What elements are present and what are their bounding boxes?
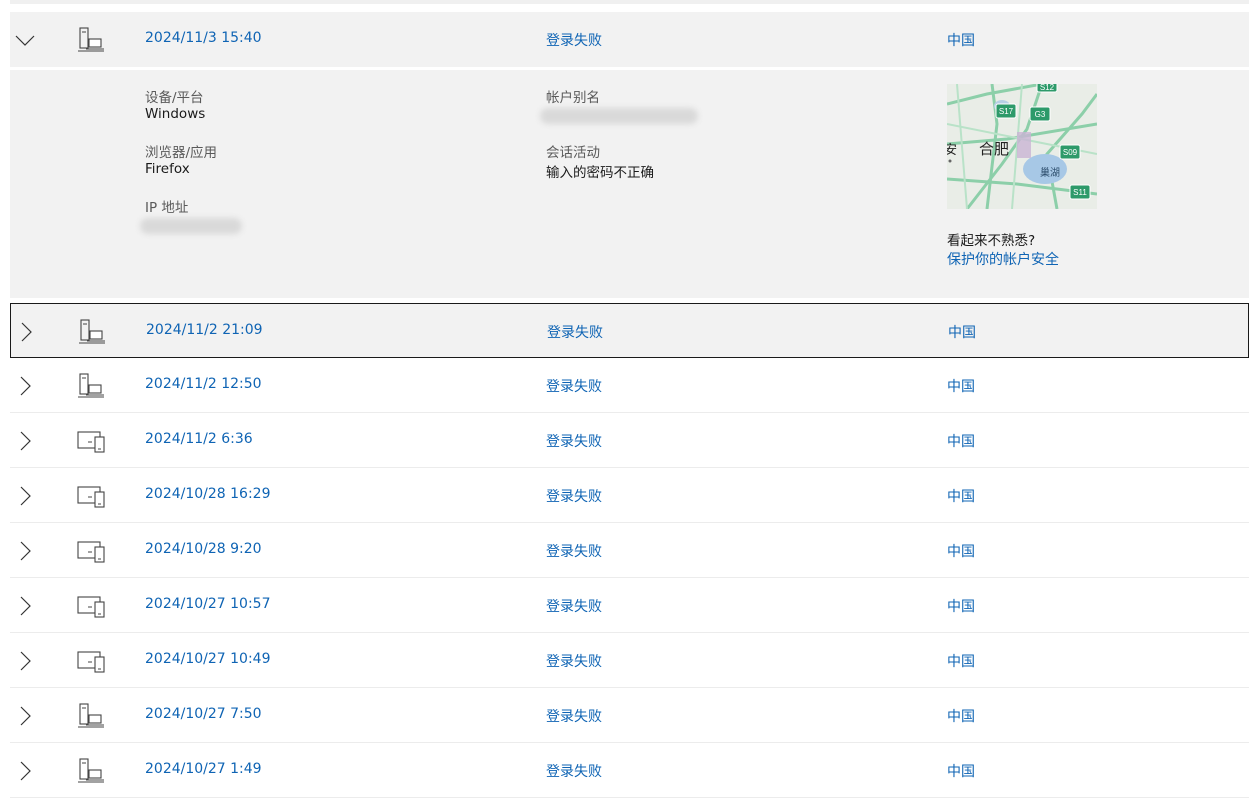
activity-status[interactable]: 登录失败: [546, 541, 602, 561]
chevron-right-icon[interactable]: [14, 760, 36, 782]
activity-row[interactable]: 2024/10/27 10:49 登录失败 中国: [10, 633, 1249, 688]
activity-country[interactable]: 中国: [948, 322, 976, 342]
activity-date[interactable]: 2024/11/2 12:50: [145, 376, 262, 392]
map-shield: S11: [1073, 188, 1087, 197]
chevron-right-icon[interactable]: [14, 375, 36, 397]
previous-row-edge: [10, 0, 1249, 4]
chevron-down-icon[interactable]: [14, 29, 36, 51]
location-map[interactable]: S12 S17 G3 S09 S11 安 合肥 巢湖: [947, 84, 1097, 209]
activity-country[interactable]: 中国: [947, 486, 975, 506]
laptop-phone-icon: [77, 541, 105, 563]
activity-country[interactable]: 中国: [947, 651, 975, 671]
activity-row[interactable]: 2024/11/2 6:36 登录失败 中国: [10, 413, 1249, 468]
activity-status[interactable]: 登录失败: [546, 761, 602, 781]
activity-country[interactable]: 中国: [947, 30, 975, 50]
browser-app-value: Firefox: [145, 161, 190, 177]
map-shield: S17: [999, 107, 1014, 116]
activity-date[interactable]: 2024/11/2 21:09: [146, 322, 263, 338]
activity-date[interactable]: 2024/10/28 9:20: [145, 541, 262, 557]
activity-status[interactable]: 登录失败: [546, 30, 602, 50]
activity-status[interactable]: 登录失败: [547, 322, 603, 342]
activity-date[interactable]: 2024/10/28 16:29: [145, 486, 271, 502]
activity-status[interactable]: 登录失败: [546, 431, 602, 451]
activity-country[interactable]: 中国: [947, 376, 975, 396]
activity-row-expanded[interactable]: 2024/11/3 15:40 登录失败 中国: [10, 12, 1249, 67]
account-alias-label: 帐户别名: [546, 90, 600, 106]
map-image: S12 S17 G3 S09 S11 安 合肥 巢湖: [947, 84, 1097, 209]
map-shield: S09: [1063, 148, 1078, 157]
map-city-label: 合肥: [979, 140, 1009, 158]
activity-date[interactable]: 2024/10/27 10:49: [145, 651, 271, 667]
chevron-right-icon[interactable]: [14, 705, 36, 727]
map-shield: G3: [1035, 110, 1046, 119]
map-shield: S12: [1040, 84, 1055, 92]
session-activity-label: 会话活动: [546, 145, 600, 161]
desktop-laptop-icon: [79, 319, 105, 344]
activity-date[interactable]: 2024/10/27 10:57: [145, 596, 271, 612]
activity-row[interactable]: 2024/11/2 21:09 登录失败 中国: [10, 303, 1249, 358]
activity-row[interactable]: 2024/10/28 9:20 登录失败 中国: [10, 523, 1249, 578]
unfamiliar-prompt: 看起来不熟悉?: [947, 233, 1036, 249]
ip-address-label: IP 地址: [145, 200, 189, 216]
map-label-partial: 安: [947, 143, 957, 158]
desktop-laptop-icon: [78, 758, 104, 783]
device-platform-label: 设备/平台: [145, 90, 204, 106]
chevron-right-icon[interactable]: [15, 321, 37, 343]
activity-status[interactable]: 登录失败: [546, 486, 602, 506]
activity-country[interactable]: 中国: [947, 706, 975, 726]
activity-date[interactable]: 2024/10/27 7:50: [145, 706, 262, 722]
chevron-right-icon[interactable]: [14, 595, 36, 617]
laptop-phone-icon: [77, 431, 105, 453]
activity-date[interactable]: 2024/10/27 1:49: [145, 761, 262, 777]
activity-detail-panel: 设备/平台 Windows 浏览器/应用 Firefox IP 地址 帐户别名 …: [10, 70, 1249, 298]
desktop-laptop-icon: [78, 27, 104, 52]
chevron-right-icon[interactable]: [14, 650, 36, 672]
activity-date[interactable]: 2024/11/3 15:40: [145, 30, 262, 46]
activity-date[interactable]: 2024/11/2 6:36: [145, 431, 253, 447]
session-activity-value: 输入的密码不正确: [546, 165, 654, 181]
activity-row[interactable]: 2024/10/28 16:29 登录失败 中国: [10, 468, 1249, 523]
activity-country[interactable]: 中国: [947, 541, 975, 561]
laptop-phone-icon: [77, 596, 105, 618]
account-alias-redacted: [540, 108, 698, 124]
desktop-laptop-icon: [78, 703, 104, 728]
browser-app-label: 浏览器/应用: [145, 145, 218, 161]
laptop-phone-icon: [77, 651, 105, 673]
map-lake-label: 巢湖: [1040, 166, 1060, 179]
activity-country[interactable]: 中国: [947, 761, 975, 781]
activity-country[interactable]: 中国: [947, 431, 975, 451]
ip-address-redacted: [140, 218, 242, 234]
activity-status[interactable]: 登录失败: [546, 596, 602, 616]
desktop-laptop-icon: [78, 373, 104, 398]
chevron-right-icon[interactable]: [14, 485, 36, 507]
protect-account-link[interactable]: 保护你的帐户安全: [947, 249, 1059, 269]
chevron-right-icon[interactable]: [14, 430, 36, 452]
activity-country[interactable]: 中国: [947, 596, 975, 616]
activity-row[interactable]: 2024/10/27 1:49 登录失败 中国: [10, 743, 1249, 798]
activity-row[interactable]: 2024/11/2 12:50 登录失败 中国: [10, 358, 1249, 413]
activity-status[interactable]: 登录失败: [546, 706, 602, 726]
laptop-phone-icon: [77, 486, 105, 508]
device-platform-value: Windows: [145, 106, 206, 122]
activity-status[interactable]: 登录失败: [546, 651, 602, 671]
activity-row[interactable]: 2024/10/27 10:57 登录失败 中国: [10, 578, 1249, 633]
chevron-right-icon[interactable]: [14, 540, 36, 562]
activity-row[interactable]: 2024/10/27 7:50 登录失败 中国: [10, 688, 1249, 743]
activity-status[interactable]: 登录失败: [546, 376, 602, 396]
